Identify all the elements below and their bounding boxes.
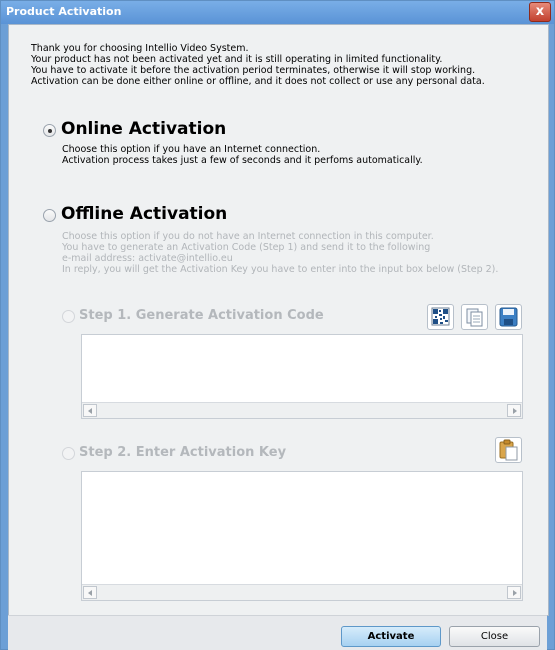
offline-activation-radio[interactable] (43, 209, 56, 222)
close-button[interactable]: Close (449, 626, 540, 647)
offline-activation-description: Choose this option if you do not have an… (62, 231, 498, 275)
step2-radio[interactable] (62, 447, 75, 460)
online-desc-line: Choose this option if you have an Intern… (62, 144, 321, 155)
scroll-right-icon[interactable] (507, 586, 521, 599)
scroll-right-icon[interactable] (507, 404, 521, 417)
qr-code-icon (431, 307, 450, 326)
offline-desc-line: In reply, you will get the Activation Ke… (62, 264, 499, 275)
intro-text: Thank you for choosing Intellio Video Sy… (31, 43, 485, 87)
online-desc-line: Activation process takes just a few of s… (62, 155, 423, 166)
activation-code-hscrollbar[interactable] (82, 402, 522, 418)
step1-label: Step 1. Generate Activation Code (79, 308, 324, 323)
copy-code-button[interactable] (461, 304, 488, 330)
online-activation-description: Choose this option if you have an Intern… (62, 144, 423, 166)
generate-qr-button[interactable] (427, 304, 454, 330)
window-title: Product Activation (6, 5, 122, 18)
intro-line: You have to activate it before the activ… (31, 65, 476, 76)
copy-icon (466, 308, 483, 327)
dialog-footer: Activate Close (8, 615, 547, 650)
activation-key-hscrollbar[interactable] (82, 584, 522, 600)
step1-radio[interactable] (62, 310, 75, 323)
title-bar: Product Activation x (1, 1, 554, 24)
offline-activation-heading[interactable]: Offline Activation (61, 204, 227, 224)
intro-line: Thank you for choosing Intellio Video Sy… (31, 43, 249, 54)
product-activation-window: Product Activation x Thank you for choos… (0, 0, 555, 650)
activation-key-textbox[interactable] (81, 471, 523, 601)
intro-line: Your product has not been activated yet … (31, 54, 443, 65)
paste-key-button[interactable] (495, 437, 522, 463)
online-activation-radio[interactable] (43, 124, 56, 137)
paste-icon (499, 439, 518, 461)
activation-code-textbox[interactable] (81, 334, 523, 419)
save-code-button[interactable] (495, 304, 522, 330)
online-activation-heading[interactable]: Online Activation (61, 119, 226, 139)
offline-desc-line: You have to generate an Activation Code … (62, 242, 431, 253)
step2-label: Step 2. Enter Activation Key (79, 445, 287, 460)
offline-desc-line: Choose this option if you do not have an… (62, 231, 434, 242)
activate-button[interactable]: Activate (341, 626, 441, 647)
scroll-left-icon[interactable] (83, 586, 97, 599)
dialog-content: Thank you for choosing Intellio Video Sy… (8, 24, 549, 616)
intro-line: Activation can be done either online or … (31, 76, 485, 87)
close-window-button[interactable]: x (529, 2, 551, 22)
offline-desc-line: e-mail address: activate@intellio.eu (62, 253, 233, 264)
scroll-left-icon[interactable] (83, 404, 97, 417)
save-icon (499, 307, 518, 327)
